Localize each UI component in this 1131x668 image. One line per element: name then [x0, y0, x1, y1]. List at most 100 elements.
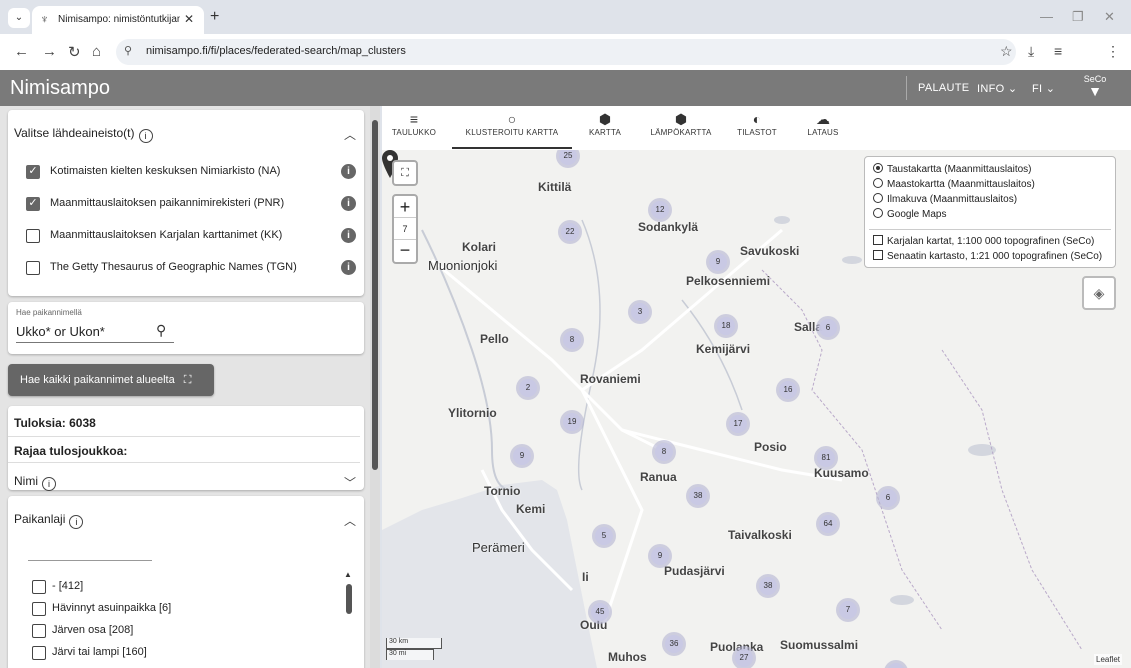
tab-statistics[interactable]: ◐ TILASTOT [732, 110, 782, 150]
bookmark-star-icon[interactable]: ☆ [1000, 43, 1013, 60]
tab-download[interactable]: ☁ LATAUS [800, 110, 846, 150]
source-item[interactable]: The Getty Thesaurus of Geographic Names … [26, 258, 356, 278]
info-menu[interactable]: INFO ⌄ [977, 82, 1017, 95]
language-menu[interactable]: FI ⌄ [1032, 82, 1055, 95]
cluster-marker[interactable]: 7 [836, 598, 860, 622]
reload-icon[interactable]: ↻ [68, 43, 81, 61]
base-layer-option[interactable]: Google Maps [873, 208, 946, 223]
tab-table[interactable]: ≡ TAULUKKO [388, 110, 440, 150]
place-type-header[interactable]: Paikanlaji i [14, 512, 84, 529]
overlay-option[interactable]: Karjalan kartat, 1:100 000 topografinen … [873, 235, 1094, 250]
tab-close-button[interactable]: ✕ [184, 12, 194, 26]
new-tab-button[interactable]: + [210, 8, 219, 26]
info-icon[interactable]: i [42, 477, 56, 491]
download-icon[interactable]: ⤓ [1028, 43, 1034, 60]
cluster-marker[interactable]: 5 [592, 524, 616, 548]
layers-icon[interactable]: ◈ [1082, 276, 1116, 310]
info-icon[interactable]: i [341, 164, 356, 179]
checkbox[interactable] [26, 261, 40, 275]
cluster-marker[interactable]: 38 [756, 574, 780, 598]
checkbox[interactable] [32, 624, 46, 638]
app-title[interactable]: Nimisampo [10, 77, 110, 100]
cluster-marker[interactable]: 2 [516, 376, 540, 400]
list-scrollbar-thumb[interactable] [346, 584, 352, 614]
overlay-option[interactable]: Senaatin kartasto, 1:21 000 topografinen… [873, 250, 1102, 265]
leaflet-map[interactable]: Kittilä Sodankylä Kolari Muonionjoki Sav… [382, 150, 1131, 668]
base-layer-option[interactable]: Ilmakuva (Maanmittauslaitos) [873, 193, 1017, 208]
tab-map[interactable]: ⬢ KARTTA [582, 110, 628, 150]
checkbox-checked[interactable]: ✓ [26, 165, 40, 179]
cluster-marker[interactable]: 81 [814, 446, 838, 470]
source-item[interactable]: ✓ Kotimaisten kielten keskuksen Nimiarki… [26, 162, 356, 182]
radio[interactable] [873, 193, 883, 203]
search-icon[interactable]: ⚲ [156, 322, 166, 339]
cluster-marker[interactable]: 6 [876, 486, 900, 510]
cluster-marker[interactable]: 36 [662, 632, 686, 656]
restore-icon[interactable]: ❐ [1072, 9, 1084, 25]
cluster-marker[interactable]: 9 [648, 544, 672, 568]
cluster-marker[interactable]: 8 [560, 328, 584, 352]
cluster-marker[interactable]: 16 [776, 378, 800, 402]
search-all-in-area-button[interactable]: Hae kaikki paikannimet alueelta ⛶ [8, 364, 214, 396]
info-icon[interactable]: i [341, 260, 356, 275]
cluster-marker[interactable]: 6 [816, 316, 840, 340]
zoom-in-button[interactable]: + [394, 196, 416, 218]
cluster-marker[interactable]: 64 [816, 512, 840, 536]
cluster-marker[interactable]: 9 [510, 444, 534, 468]
source-item[interactable]: Maanmittauslaitoksen Karjalan karttanime… [26, 226, 356, 246]
cluster-marker[interactable]: 45 [588, 600, 612, 624]
zoom-out-button[interactable]: − [394, 240, 416, 262]
base-layer-option[interactable]: Taustakartta (Maanmittauslaitos) [873, 163, 1032, 178]
filter-input-underline[interactable] [28, 560, 152, 561]
reading-list-icon[interactable]: ≡ [1054, 43, 1062, 59]
info-icon[interactable]: i [341, 228, 356, 243]
minimize-icon[interactable]: — [1040, 9, 1053, 24]
search-input[interactable]: Ukko* or Ukon* [16, 324, 105, 339]
attribution-link[interactable]: Leaflet [1094, 654, 1123, 665]
info-icon[interactable]: i [69, 515, 84, 529]
scroll-up-arrow[interactable]: ▲ [344, 570, 352, 579]
seco-logo[interactable]: SeCo ▼ [1080, 74, 1110, 102]
cluster-marker[interactable]: 3 [628, 300, 652, 324]
chevron-up-icon[interactable]: ︿ [344, 126, 356, 143]
url-field[interactable]: ⚲ nimisampo.fi/fi/places/federated-searc… [116, 39, 1016, 65]
cluster-marker[interactable]: 27 [732, 646, 756, 668]
checkbox[interactable] [873, 250, 883, 260]
site-info-icon[interactable]: ⚲ [124, 44, 132, 57]
cluster-marker[interactable]: 22 [558, 220, 582, 244]
browser-tab[interactable]: ♆ Nimisampo: nimistöntutkijan ty ✕ [32, 6, 204, 34]
chevron-down-icon[interactable]: ﹀ [344, 474, 356, 491]
fullscreen-button[interactable]: ⛶ [392, 160, 418, 186]
tab-heatmap[interactable]: ⬢ LÄMPÖKARTTA [646, 110, 716, 150]
close-window-icon[interactable]: ✕ [1104, 9, 1115, 25]
base-layer-option[interactable]: Maastokartta (Maanmittauslaitos) [873, 178, 1035, 193]
forward-icon[interactable]: → [42, 43, 57, 60]
name-facet-header[interactable]: Nimi i [14, 474, 56, 491]
home-icon[interactable]: ⌂ [92, 43, 101, 60]
checkbox[interactable] [32, 580, 46, 594]
source-item[interactable]: ✓ Maanmittauslaitoksen paikannimirekiste… [26, 194, 356, 214]
tab-clustered-map[interactable]: ○ KLUSTEROITU KARTTA [452, 110, 572, 150]
info-icon[interactable]: i [341, 196, 356, 211]
cluster-marker[interactable]: 18 [714, 314, 738, 338]
panel-scrollbar-thumb[interactable] [372, 120, 378, 470]
cluster-marker[interactable]: 9 [706, 250, 730, 274]
radio-selected[interactable] [873, 163, 883, 173]
cluster-marker[interactable]: 38 [686, 484, 710, 508]
tab-list-button[interactable]: ⌄ [8, 8, 30, 28]
cluster-marker[interactable]: 17 [726, 412, 750, 436]
checkbox[interactable] [32, 646, 46, 660]
back-icon[interactable]: ← [14, 43, 29, 60]
feedback-link[interactable]: PALAUTE [918, 82, 969, 94]
cluster-marker[interactable]: 12 [648, 198, 672, 222]
cluster-marker[interactable]: 8 [652, 440, 676, 464]
checkbox[interactable] [26, 229, 40, 243]
info-icon[interactable]: i [138, 129, 153, 143]
chevron-up-icon[interactable]: ︿ [344, 512, 356, 529]
radio[interactable] [873, 178, 883, 188]
cluster-marker[interactable]: 19 [560, 410, 584, 434]
panel-scrollbar[interactable] [370, 106, 380, 668]
checkbox[interactable] [873, 235, 883, 245]
checkbox-checked[interactable]: ✓ [26, 197, 40, 211]
checkbox[interactable] [32, 602, 46, 616]
